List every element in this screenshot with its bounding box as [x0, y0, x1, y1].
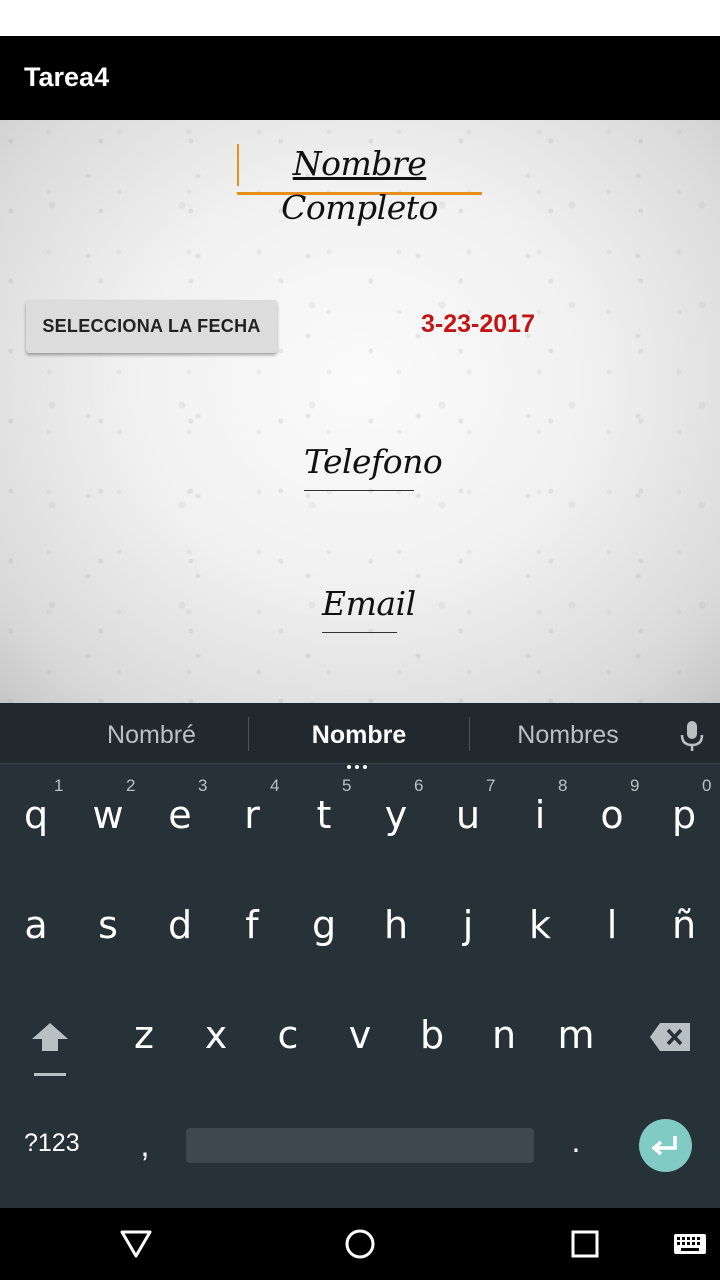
suggestion-divider [248, 717, 249, 751]
key-v[interactable]: v [324, 1013, 396, 1057]
app-bar: Tarea4 [0, 36, 720, 120]
email-input[interactable]: Email [322, 582, 416, 633]
keyboard-switch-icon[interactable] [672, 1226, 708, 1262]
selected-date: 3-23-2017 [421, 310, 535, 338]
key-m[interactable]: m [540, 1013, 612, 1057]
full-name-input[interactable]: Nombre Completo [237, 142, 482, 227]
full-name-placeholder: Nombre Completo [237, 142, 482, 230]
phone-input[interactable]: Telefono [304, 440, 443, 491]
enter-icon [651, 1136, 677, 1156]
app-title: Tarea4 [24, 62, 110, 92]
form-area: Nombre Completo SELECCIONA LA FECHA 3-23… [0, 120, 720, 703]
key-n-tilde[interactable]: ñ [648, 903, 720, 947]
key-w[interactable]: w [72, 793, 144, 837]
soft-keyboard: Nombré Nombre Nombres 1 2 3 4 5 6 7 8 9 … [0, 703, 720, 1208]
key-j[interactable]: j [432, 903, 504, 947]
key-r[interactable]: r [216, 793, 288, 837]
key-n[interactable]: n [468, 1013, 540, 1057]
key-e[interactable]: e [144, 793, 216, 837]
select-date-button[interactable]: SELECCIONA LA FECHA [26, 300, 277, 353]
placeholder-word-nombre: Nombre [292, 144, 427, 183]
key-g[interactable]: g [288, 903, 360, 947]
shift-icon[interactable] [28, 1021, 72, 1081]
key-l[interactable]: l [576, 903, 648, 947]
key-o[interactable]: o [576, 793, 648, 837]
microphone-icon[interactable] [677, 719, 707, 753]
suggestion-2[interactable]: Nombre [250, 703, 468, 763]
recents-icon[interactable] [567, 1226, 603, 1262]
key-k[interactable]: k [504, 903, 576, 947]
status-bar [0, 0, 720, 36]
key-z[interactable]: z [108, 1013, 180, 1057]
period-key[interactable]: . [564, 1123, 588, 1160]
key-p[interactable]: p [648, 793, 720, 837]
key-y[interactable]: y [360, 793, 432, 837]
back-icon[interactable] [118, 1226, 154, 1262]
key-a[interactable]: a [0, 903, 72, 947]
key-q[interactable]: q [0, 793, 72, 837]
key-h[interactable]: h [360, 903, 432, 947]
key-b[interactable]: b [396, 1013, 468, 1057]
key-i[interactable]: i [504, 793, 576, 837]
backspace-icon[interactable] [648, 1021, 692, 1053]
key-u[interactable]: u [432, 793, 504, 837]
key-f[interactable]: f [216, 903, 288, 947]
suggestion-3[interactable]: Nombres [470, 703, 666, 763]
navigation-bar [0, 1208, 720, 1280]
symbols-key[interactable]: ?123 [24, 1129, 80, 1158]
suggestion-strip: Nombré Nombre Nombres [0, 703, 720, 769]
home-icon[interactable] [342, 1226, 378, 1262]
key-t[interactable]: t [288, 793, 360, 837]
key-s[interactable]: s [72, 903, 144, 947]
enter-key[interactable] [639, 1119, 692, 1172]
key-x[interactable]: x [180, 1013, 252, 1057]
space-bar[interactable] [186, 1128, 534, 1163]
placeholder-word-completo: Completo [281, 188, 438, 227]
key-c[interactable]: c [252, 1013, 324, 1057]
suggestion-1[interactable]: Nombré [60, 703, 243, 763]
key-d[interactable]: d [144, 903, 216, 947]
comma-key[interactable]: , [133, 1127, 157, 1164]
more-suggestions-icon[interactable] [347, 756, 371, 769]
